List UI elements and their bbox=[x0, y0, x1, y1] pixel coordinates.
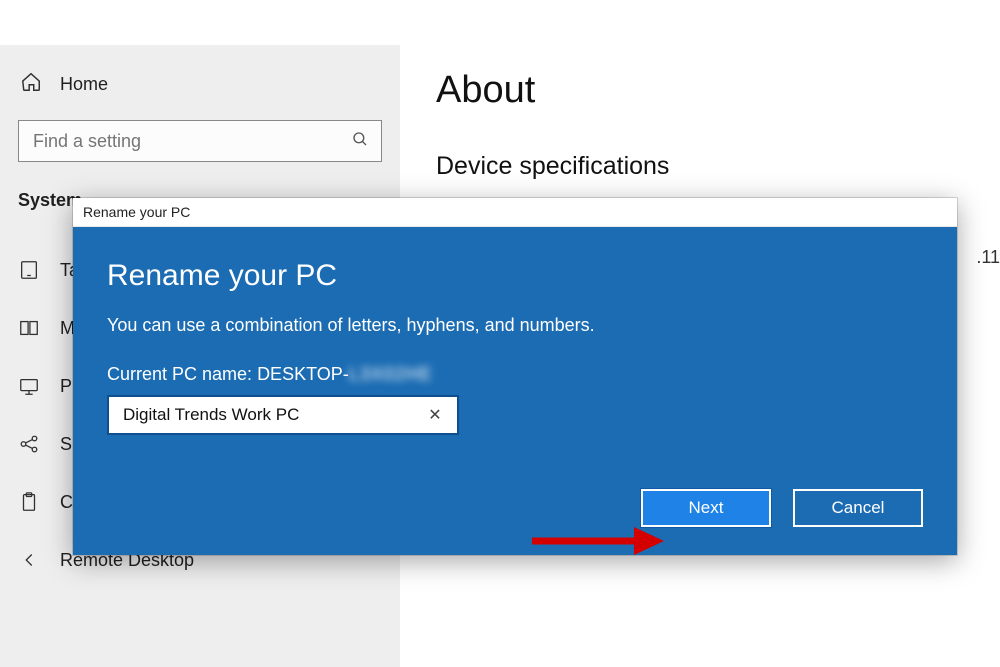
clear-input-icon[interactable]: ✕ bbox=[421, 405, 449, 425]
back-icon bbox=[18, 549, 40, 571]
current-pc-name-obscured: L3X02HE bbox=[349, 364, 433, 384]
rename-pc-dialog: Rename your PC Rename your PC You can us… bbox=[73, 198, 957, 555]
clipboard-icon bbox=[18, 491, 40, 513]
cancel-button[interactable]: Cancel bbox=[793, 489, 923, 527]
share-icon bbox=[18, 433, 40, 455]
current-pc-name-prefix: Current PC name: bbox=[107, 364, 257, 384]
search-icon bbox=[351, 130, 369, 153]
pc-name-input-wrap[interactable]: ✕ bbox=[107, 395, 459, 435]
ip-fragment: .11 bbox=[976, 247, 1000, 268]
section-heading-device-specs: Device specifications bbox=[436, 152, 964, 181]
tablet-icon bbox=[18, 259, 40, 281]
current-pc-name-line: Current PC name: DESKTOP-L3X02HE bbox=[107, 364, 923, 385]
dialog-heading: Rename your PC bbox=[107, 259, 923, 293]
project-icon bbox=[18, 375, 40, 397]
sidebar-home[interactable]: Home bbox=[18, 65, 382, 120]
dialog-description: You can use a combination of letters, hy… bbox=[107, 315, 923, 336]
dialog-body: Rename your PC You can use a combination… bbox=[73, 227, 957, 555]
next-button[interactable]: Next bbox=[641, 489, 771, 527]
home-icon bbox=[20, 71, 42, 98]
dialog-titlebar: Rename your PC bbox=[73, 198, 957, 227]
page-title: About bbox=[436, 69, 964, 112]
pc-name-input[interactable] bbox=[121, 404, 421, 426]
settings-search-input[interactable] bbox=[31, 130, 351, 153]
current-pc-name-visible: DESKTOP- bbox=[257, 364, 349, 384]
sidebar-home-label: Home bbox=[60, 74, 108, 95]
dialog-button-row: Next Cancel bbox=[107, 489, 923, 527]
multitask-icon bbox=[18, 317, 40, 339]
settings-search[interactable] bbox=[18, 120, 382, 162]
